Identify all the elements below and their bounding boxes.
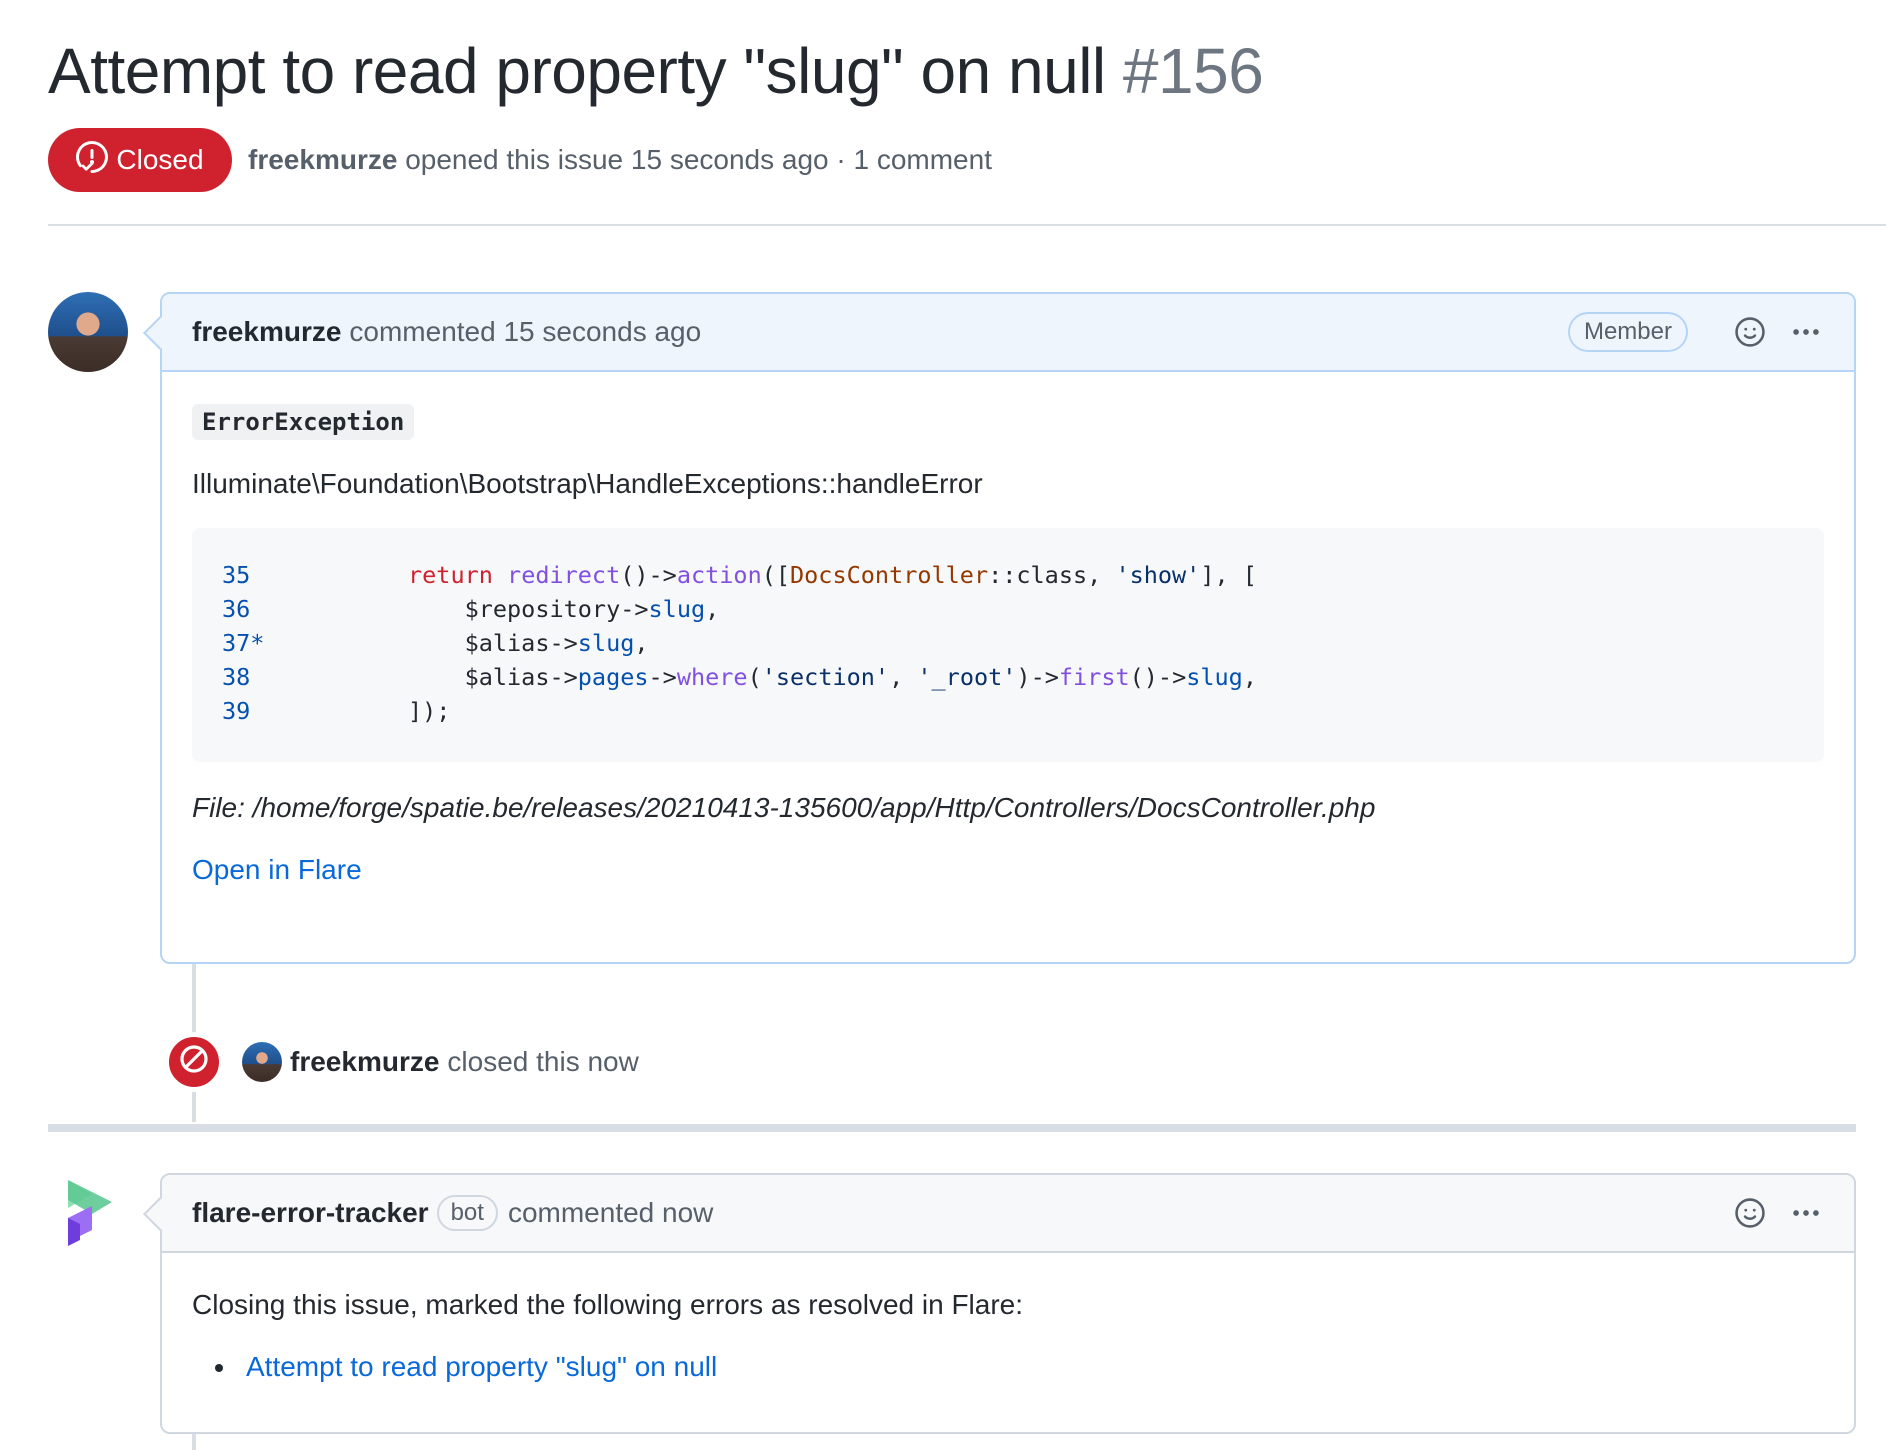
- issue-title-text: Attempt to read property "slug" on null: [48, 35, 1106, 107]
- bot-badge: bot: [436, 1195, 498, 1231]
- issue-closed-icon: [76, 140, 109, 180]
- comment-member: freekmurze commented 15 seconds ago Memb…: [143, 292, 1856, 964]
- comment-timestamp[interactable]: commented 15 seconds ago: [349, 316, 701, 348]
- avatar[interactable]: [242, 1042, 282, 1082]
- section-divider: [48, 1124, 1856, 1132]
- comment-header: freekmurze commented 15 seconds ago Memb…: [162, 294, 1854, 372]
- issue-state-label: Closed: [116, 144, 204, 175]
- line-number: 39: [222, 697, 251, 725]
- open-in-flare-link[interactable]: Open in Flare: [192, 854, 362, 886]
- issue-author-link[interactable]: freekmurze: [248, 144, 397, 175]
- smiley-icon[interactable]: [1732, 1195, 1768, 1231]
- issue-number: #156: [1122, 35, 1264, 107]
- line-number: 38: [222, 663, 251, 691]
- member-badge: Member: [1567, 312, 1688, 352]
- kebab-horizontal-icon[interactable]: [1788, 314, 1824, 350]
- issue-title: Attempt to read property "slug" on null …: [48, 34, 1264, 108]
- avatar[interactable]: [48, 292, 128, 372]
- comment-bot: flare-error-tracker bot commented now Cl…: [143, 1173, 1856, 1434]
- closed-event: freekmurze closed this now: [166, 1034, 639, 1090]
- comment-timestamp[interactable]: commented now: [508, 1197, 713, 1229]
- issue-meta: freekmurze opened this issue 15 seconds …: [248, 144, 992, 176]
- circle-slash-icon: [178, 1043, 210, 1082]
- comment-body: ErrorException Illuminate\Foundation\Boo…: [162, 372, 1854, 916]
- resolved-error-link[interactable]: Attempt to read property "slug" on null: [246, 1351, 717, 1382]
- event-badge: [166, 1034, 222, 1090]
- comment-author-link[interactable]: freekmurze: [192, 316, 341, 348]
- issue-state-badge: Closed: [48, 128, 232, 192]
- issue-opened-text: opened this issue 15 seconds ago · 1 com…: [405, 144, 992, 175]
- list-item: Attempt to read property "slug" on null: [238, 1351, 1824, 1383]
- comment-author-link[interactable]: flare-error-tracker: [192, 1197, 429, 1229]
- kebab-horizontal-icon[interactable]: [1788, 1195, 1824, 1231]
- bot-comment-text: Closing this issue, marked the following…: [192, 1289, 1024, 1320]
- resolved-errors-list: Attempt to read property "slug" on null: [238, 1351, 1824, 1383]
- line-number: 36: [222, 595, 251, 623]
- smiley-icon[interactable]: [1732, 314, 1768, 350]
- comment-header: flare-error-tracker bot commented now: [162, 1175, 1854, 1253]
- file-path: File: /home/forge/spatie.be/releases/202…: [192, 792, 1376, 823]
- exception-name: ErrorException: [192, 404, 415, 440]
- flare-logo-icon[interactable]: [66, 1178, 116, 1248]
- event-author-link[interactable]: freekmurze: [290, 1046, 439, 1078]
- line-number: 37*: [222, 629, 265, 657]
- event-text: closed this now: [447, 1046, 639, 1077]
- line-number: 35: [222, 561, 251, 589]
- exception-handler: Illuminate\Foundation\Bootstrap\HandleEx…: [192, 468, 983, 499]
- code-snippet: 35 return redirect()->action([DocsControl…: [192, 528, 1824, 762]
- comment-body: Closing this issue, marked the following…: [162, 1253, 1854, 1413]
- header-divider: [48, 224, 1886, 226]
